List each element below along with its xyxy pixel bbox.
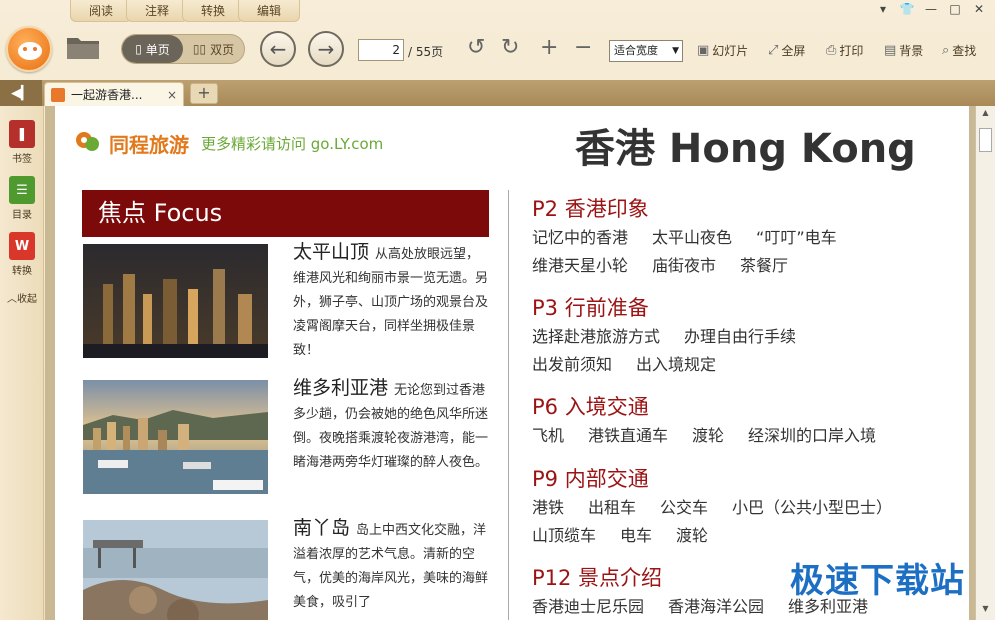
arrow-right-icon: → [317,37,335,61]
double-page-button[interactable]: ▯▯ 双页 [183,35,244,63]
document-tab[interactable]: 一起游香港... × [44,82,184,106]
brand-subtitle: 更多精彩请访问 go.LY.com [201,134,384,153]
toc-section: P9 内部交通 港铁 出租车 公交车 小巴（公共小型巴士） 山顶缆车 电车 渡轮 [532,464,916,550]
column-divider [508,190,509,620]
close-tab-icon[interactable]: × [167,88,177,102]
slideshow-button[interactable]: ▣ 幻灯片 [697,42,748,59]
scroll-thumb[interactable] [979,128,992,152]
toc-section: P3 行前准备 选择赴港旅游方式 办理自由行手续 出发前须知 出入境规定 [532,293,820,379]
window-controls: ▾ 👕 — □ ✕ [875,2,987,16]
pdf-file-icon [51,87,65,102]
zoom-out-icon[interactable]: − [574,36,592,60]
vertical-scrollbar[interactable]: ▲ ▼ [975,106,995,620]
search-icon: ⌕ [942,43,950,58]
collapse-left-icon: ◀▎ [11,85,31,101]
convert-icon: W [9,232,35,260]
toc-heading[interactable]: P2 香港印象 [532,194,861,224]
toc-row: 山顶缆车 电车 渡轮 [532,526,709,545]
bookmark-icon: ❚ [9,120,35,148]
fullscreen-button[interactable]: ⤢ 全屏 [768,42,805,59]
slideshow-icon: ▣ [697,43,710,58]
maximize-icon[interactable]: □ [947,2,963,16]
peak-night-photo [83,244,268,358]
toc-row: 飞机 港铁直通车 渡轮 经深圳的口岸入境 [532,426,877,445]
menu-tab-annotate[interactable]: 注释 [126,0,189,22]
chevron-up-icon: ︿ [7,294,17,305]
harbour-photo [83,380,268,494]
toc-row: 出发前须知 出入境规定 [532,355,717,374]
zoom-in-icon[interactable]: + [540,36,558,60]
dropdown-icon[interactable]: ▾ [875,2,891,16]
toc-row: 维港天星小轮 庙街夜市 茶餐厅 [532,256,789,275]
sidebar-item-convert[interactable]: W 转换 [0,232,44,277]
brand-logo-icon [76,132,99,151]
document-viewport: 同程旅游 更多精彩请访问 go.LY.com 香港 Hong Kong 焦点 F… [45,106,975,620]
left-sidebar: ❚ 书签 ☰ 目录 W 转换 ︿收起 [0,106,44,620]
chevron-down-icon: ▼ [672,46,679,56]
focus-item-text: 从高处放眼远望，维港风光和绚丽市景一览无遗。另外，狮子亭、山顶广场的观景台及凌霄… [293,247,489,358]
fullscreen-icon: ⤢ [768,43,779,58]
view-mode-toggle: ▯ 单页 ▯▯ 双页 [121,34,245,64]
sidebar-item-toc[interactable]: ☰ 目录 [0,176,44,221]
toc-heading[interactable]: P6 入境交通 [532,392,900,422]
toc-row: 选择赴港旅游方式 办理自由行手续 [532,327,797,346]
brand-header: 同程旅游 更多精彩请访问 go.LY.com [73,128,383,158]
rotate-left-icon[interactable]: ↺ [467,36,485,60]
sidebar-item-bookmark[interactable]: ❚ 书签 [0,120,44,165]
double-page-icon: ▯▯ [192,42,207,56]
focus-item-title: 太平山顶 [293,241,370,263]
toc-icon: ☰ [9,176,35,204]
single-page-button[interactable]: ▯ 单页 [122,35,183,63]
find-button[interactable]: ⌕ 查找 [942,42,976,59]
brand-name: 同程旅游 [109,132,189,157]
open-folder-icon[interactable] [66,34,100,60]
toc-heading[interactable]: P9 内部交通 [532,464,916,494]
toc-section: P2 香港印象 记忆中的香港 太平山夜色 “叮叮”电车 维港天星小轮 庙街夜市 茶餐厅 [532,194,861,280]
next-page-button[interactable]: → [308,31,344,67]
minimize-icon[interactable]: — [923,2,939,16]
printer-icon: ⎙ [826,43,837,58]
arrow-left-icon: ← [269,37,287,61]
watermark: 极速下载站 [790,561,965,601]
background-button[interactable]: ▤ 背景 [884,42,923,59]
add-tab-button[interactable]: + [190,83,218,104]
toc-row: 记忆中的香港 太平山夜色 “叮叮”电车 [532,228,837,247]
collapse-sidebar-button[interactable]: ◀▎ [0,80,42,106]
print-button[interactable]: ⎙ 打印 [826,42,863,59]
close-icon[interactable]: ✕ [971,2,987,16]
document-tabs: ◀▎ 一起游香港... × + [0,80,995,106]
app-logo[interactable] [6,26,52,72]
page-title: 香港 Hong Kong [575,126,916,172]
toc-heading[interactable]: P3 行前准备 [532,293,820,323]
skin-icon[interactable]: 👕 [899,2,915,16]
document-tab-title: 一起游香港... [71,88,143,102]
toc-section: P6 入境交通 飞机 港铁直通车 渡轮 经深圳的口岸入境 [532,392,900,450]
rotate-right-icon[interactable]: ↻ [501,36,519,60]
prev-page-button[interactable]: ← [260,31,296,67]
zoom-select[interactable]: 适合宽度 ▼ [609,40,683,62]
reader-window: 阅读 注释 转换 编辑 ▾ 👕 — □ ✕ ▯ 单页 ▯▯ 双页 ← → 2 / 5… [0,0,995,620]
document-page: 同程旅游 更多精彩请访问 go.LY.com 香港 Hong Kong 焦点 F… [55,106,969,620]
lamma-island-photo [83,520,268,620]
page-number-input[interactable]: 2 [358,39,404,61]
scroll-down-icon[interactable]: ▼ [978,604,993,618]
sidebar-collapse[interactable]: ︿收起 [0,290,44,305]
page-total: / 55页 [408,45,444,59]
background-icon: ▤ [884,43,897,58]
menu-tab-read[interactable]: 阅读 [70,0,133,22]
focus-item-title: 南丫岛 [293,517,351,539]
scroll-up-icon[interactable]: ▲ [978,108,993,122]
single-page-icon: ▯ [135,42,142,56]
focus-item-title: 维多利亚港 [293,377,389,399]
toc-row: 港铁 出租车 公交车 小巴（公共小型巴士） [532,498,893,517]
menu-tab-convert[interactable]: 转换 [182,0,245,22]
menu-tab-edit[interactable]: 编辑 [238,0,301,22]
focus-heading: 焦点 Focus [82,190,489,237]
toolbar: ▯ 单页 ▯▯ 双页 ← → 2 / 55页 ↺ ↻ + − 适合宽度 ▼ ▣ 幻灯片 … [0,22,995,78]
menu-tabs: 阅读 注释 转换 编辑 [70,0,301,22]
